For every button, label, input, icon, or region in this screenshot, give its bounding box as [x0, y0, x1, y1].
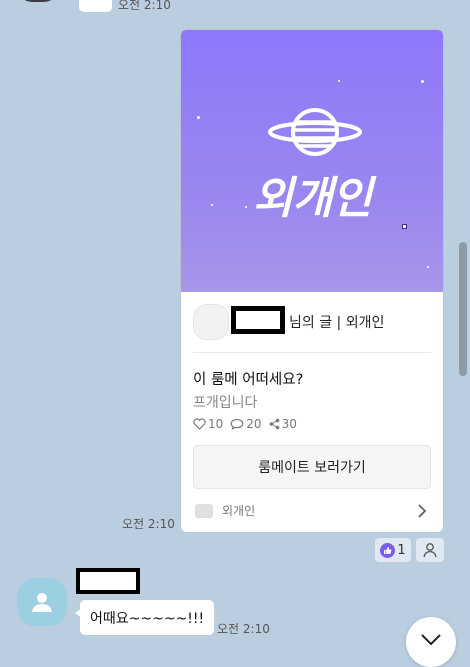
incoming-message-time: 오전 2:10	[217, 622, 270, 636]
scroll-to-bottom-button[interactable]	[406, 617, 456, 667]
share-icon	[269, 418, 279, 430]
scrollbar-thumb[interactable]	[459, 242, 467, 376]
post-subtitle: 프개입니다	[193, 395, 258, 411]
incoming-message-bubble[interactable]: 어때요~~~~~!!!	[74, 600, 215, 635]
sender-avatar[interactable]	[17, 578, 67, 626]
sender-name-redacted	[76, 568, 140, 594]
person-icon	[423, 543, 437, 558]
post-title: 이 룸메 어떠세요?	[193, 372, 304, 388]
service-logo-icon	[195, 504, 213, 518]
comment-icon	[230, 418, 244, 430]
banner-title: 외개인	[252, 173, 372, 224]
chevron-right-icon[interactable]	[417, 503, 427, 519]
message-time: 오전 2:10	[118, 0, 171, 12]
share-count: 30	[281, 417, 297, 431]
like-reaction[interactable]: 1	[375, 538, 411, 562]
sender-avatar[interactable]	[18, 0, 58, 2]
card-banner-image[interactable]: 외개인	[181, 30, 443, 292]
planet-icon	[268, 108, 362, 156]
card-source: 님의 글 | 외개인	[289, 315, 385, 331]
author-avatar[interactable]	[193, 304, 229, 340]
service-name: 외개인	[222, 504, 256, 518]
card-divider	[193, 352, 431, 353]
chevron-down-icon	[421, 634, 441, 646]
like-count: 10	[208, 417, 224, 431]
author-name-redacted	[231, 306, 285, 334]
shared-post-card[interactable]: 외개인 님의 글 | 외개인 이 룸메 어떠세요? 프개입니다 10 20 30…	[181, 30, 443, 532]
comment-count: 20	[246, 417, 262, 431]
person-icon	[32, 593, 52, 612]
thumbs-up-icon	[380, 542, 396, 558]
card-time: 오전 2:10	[122, 517, 175, 531]
view-roommate-button[interactable]: 룸메이트 보러가기	[193, 445, 431, 489]
reaction-users-button[interactable]	[416, 538, 444, 562]
reaction-count: 1	[397, 542, 406, 558]
post-stats: 10 20 30	[193, 417, 301, 431]
card-header[interactable]: 님의 글 | 외개인	[193, 304, 431, 340]
card-footer[interactable]: 외개인	[193, 502, 433, 520]
heart-icon	[193, 418, 206, 430]
message-bubble[interactable]	[79, 0, 112, 12]
